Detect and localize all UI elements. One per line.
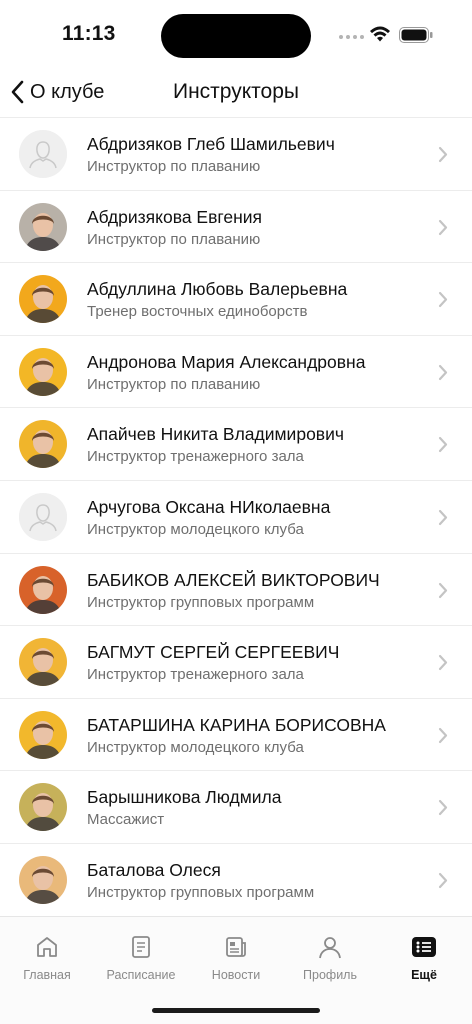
chevron-right-icon: [438, 799, 448, 821]
placeholder-person-icon: [19, 130, 67, 178]
navigation-bar: О клубе Инструкторы: [0, 70, 472, 116]
profile-icon: [283, 933, 377, 961]
chevron-right-icon: [438, 146, 448, 168]
instructor-row[interactable]: Баталова Олеся Инструктор групповых прогр…: [0, 842, 472, 916]
avatar-photo: [19, 783, 67, 832]
chevron-right-icon: [438, 582, 448, 604]
instructor-row[interactable]: Абдуллина Любовь Валерьевна Тренер восточ…: [0, 262, 472, 335]
avatar: [19, 202, 67, 251]
avatar-photo: [19, 347, 67, 396]
tab-label: Главная: [23, 968, 71, 982]
battery-icon: [399, 27, 433, 48]
instructors-list: Абдризяков Глеб Шамильевич Инструктор по …: [0, 117, 472, 916]
instructor-role: Массажист: [87, 811, 165, 829]
signal-dots-icon: [339, 35, 364, 39]
status-time: 11:13: [62, 22, 116, 45]
home-icon: [0, 933, 94, 961]
avatar-photo: [19, 710, 67, 759]
instructor-row[interactable]: Андронова Мария Александровна Инструктор …: [0, 334, 472, 408]
instructor-row[interactable]: Абдризякова Евгения Инструктор по плавани…: [0, 189, 472, 263]
tab-home[interactable]: Главная: [0, 933, 94, 982]
instructor-name: БАГМУТ СЕРГЕЙ СЕРГЕЕВИЧ: [87, 642, 340, 663]
placeholder-person-icon: [19, 492, 67, 541]
tab-news[interactable]: Новости: [189, 933, 283, 982]
avatar: [19, 492, 67, 541]
instructor-name: БАТАРШИНА КАРИНА БОРИСОВНА: [87, 714, 386, 735]
instructor-name: Абдризякова Евгения: [87, 206, 263, 227]
chevron-right-icon: [438, 509, 448, 531]
instructor-role: Инструктор молодецкого клуба: [87, 520, 304, 538]
avatar: [19, 855, 67, 904]
instructor-name: Апайчев Никита Владимирович: [87, 424, 344, 445]
tab-label: Расписание: [106, 968, 176, 982]
instructor-name: Барышникова Людмила: [87, 787, 282, 808]
instructor-role: Инструктор тренажерного зала: [87, 448, 304, 466]
chevron-right-icon: [438, 219, 448, 241]
avatar-photo: [19, 855, 67, 904]
instructor-role: Тренер восточных единоборств: [87, 303, 308, 321]
home-indicator: [152, 1008, 320, 1013]
instructor-row[interactable]: БАГМУТ СЕРГЕЙ СЕРГЕЕВИЧ Инструктор тренаж…: [0, 625, 472, 698]
instructor-row[interactable]: Абдризяков Глеб Шамильевич Инструктор по …: [0, 117, 472, 190]
chevron-right-icon: [438, 436, 448, 458]
instructor-row[interactable]: Апайчев Никита Владимирович Инструктор тр…: [0, 407, 472, 480]
status-bar: 11:13: [0, 0, 472, 70]
avatar: [19, 638, 67, 687]
tab-label: Ещё: [411, 968, 437, 982]
instructor-row[interactable]: БАТАРШИНА КАРИНА БОРИСОВНА Инструктор мол…: [0, 697, 472, 771]
avatar-photo: [19, 638, 67, 687]
instructor-role: Инструктор групповых программ: [87, 593, 315, 611]
instructor-role: Инструктор по плаванию: [87, 230, 261, 248]
instructor-role: Инструктор тренажерного зала: [87, 666, 304, 684]
chevron-right-icon: [438, 291, 448, 313]
avatar-photo: [19, 420, 67, 469]
dynamic-island: [161, 14, 311, 58]
tab-schedule[interactable]: Расписание: [94, 933, 188, 982]
avatar: [19, 130, 67, 178]
avatar-photo: [19, 565, 67, 614]
avatar: [19, 420, 67, 469]
schedule-icon: [94, 933, 188, 961]
avatar: [19, 710, 67, 759]
news-icon: [189, 933, 283, 961]
instructor-role: Инструктор молодецкого клуба: [87, 738, 304, 756]
instructors-screen: 11:13 О клубе Инструкторы Абдризяков Гле…: [0, 0, 472, 1024]
tab-profile[interactable]: Профиль: [283, 933, 377, 982]
instructor-row[interactable]: БАБИКОВ АЛЕКСЕЙ ВИКТОРОВИЧ Инструктор гру…: [0, 552, 472, 626]
avatar: [19, 347, 67, 396]
more-list-icon: [377, 933, 471, 961]
chevron-right-icon: [438, 872, 448, 894]
instructor-row[interactable]: Барышникова Людмила Массажист: [0, 770, 472, 843]
page-title-wrap: Инструкторы: [0, 80, 472, 104]
chevron-right-icon: [438, 654, 448, 676]
avatar-photo: [19, 202, 67, 251]
instructor-role: Инструктор групповых программ: [87, 883, 315, 901]
instructor-name: БАБИКОВ АЛЕКСЕЙ ВИКТОРОВИЧ: [87, 569, 380, 590]
instructor-row[interactable]: Арчугова Оксана НИколаевна Инструктор мол…: [0, 479, 472, 553]
instructor-name: Арчугова Оксана НИколаевна: [87, 496, 331, 517]
avatar: [19, 783, 67, 832]
tab-label: Профиль: [303, 968, 357, 982]
chevron-right-icon: [438, 727, 448, 749]
tab-label: Новости: [211, 968, 261, 982]
instructor-name: Абдризяков Глеб Шамильевич: [87, 134, 335, 154]
instructor-role: Инструктор по плаванию: [87, 375, 261, 393]
instructor-name: Андронова Мария Александровна: [87, 351, 366, 372]
page-title: Инструкторы: [172, 80, 299, 103]
chevron-right-icon: [438, 364, 448, 386]
avatar: [19, 565, 67, 614]
wifi-icon: [369, 25, 391, 48]
avatar: [19, 275, 67, 324]
instructor-role: Инструктор по плаванию: [87, 158, 261, 175]
instructor-name: Абдуллина Любовь Валерьевна: [87, 279, 348, 300]
avatar-photo: [19, 275, 67, 324]
tab-more-list[interactable]: Ещё: [377, 933, 471, 982]
instructor-name: Баталова Олеся: [87, 859, 221, 880]
